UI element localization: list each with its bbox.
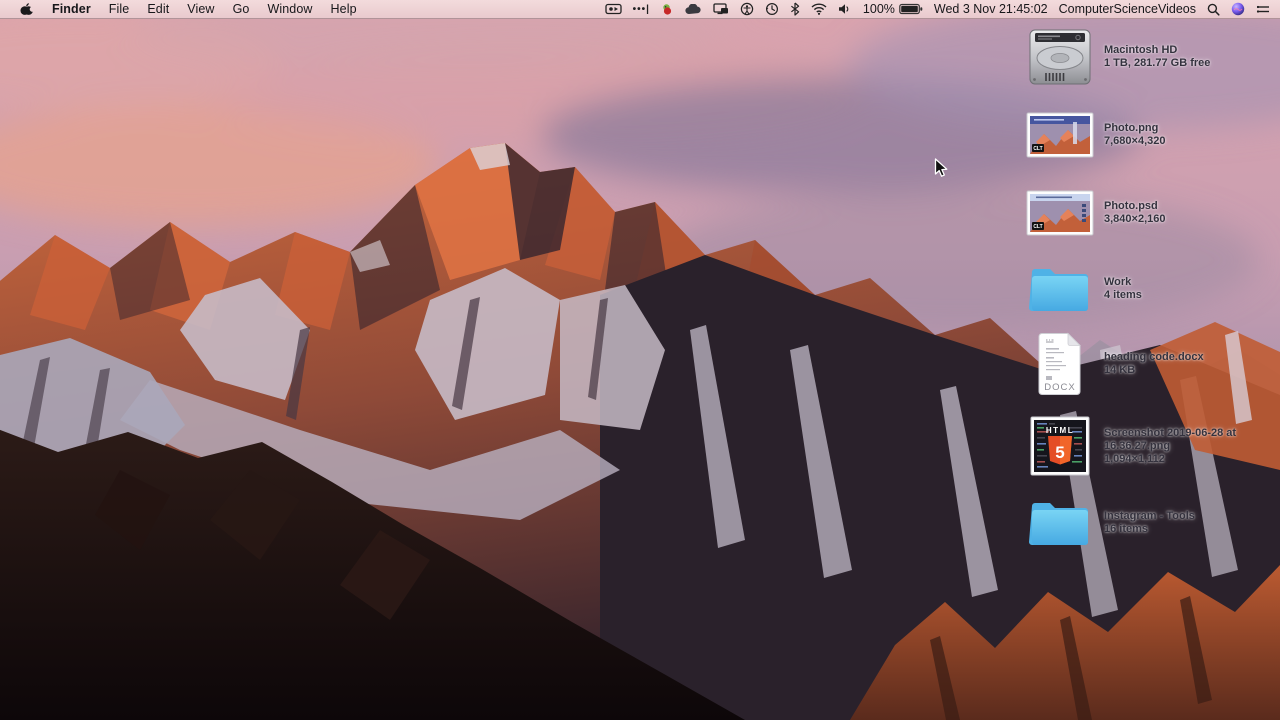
desktop[interactable]: Finder File Edit View Go Window Help •••… xyxy=(0,0,1280,720)
icon-name: heading code.docx xyxy=(1104,351,1204,363)
spotlight-search-icon[interactable] xyxy=(1207,0,1220,18)
icon-label: Photo.psd 3,840×2,160 xyxy=(1104,200,1165,226)
icon-name: Photo.psd xyxy=(1104,200,1158,212)
hard-drive-icon xyxy=(1026,28,1094,86)
menu-item-view[interactable]: View xyxy=(178,0,223,18)
desktop-icon-work-folder[interactable]: Work 4 items xyxy=(1026,262,1276,316)
battery-status[interactable]: 100% xyxy=(863,2,923,16)
menu-bar-left: Finder File Edit View Go Window Help xyxy=(0,0,366,18)
thumbnail-badge-text: CLT xyxy=(1033,146,1042,152)
html5-logo-number: 5 xyxy=(1055,443,1064,462)
folder-icon xyxy=(1026,498,1094,548)
apple-icon xyxy=(20,2,33,15)
accessibility-icon[interactable] xyxy=(740,0,754,18)
battery-percent: 100% xyxy=(862,2,895,16)
icon-info: 14 KB xyxy=(1104,364,1136,376)
input-dots-icon[interactable]: •••| xyxy=(633,0,650,18)
parrot-app-icon[interactable] xyxy=(661,0,674,18)
docx-document-icon: DOCX xyxy=(1026,332,1094,396)
notification-center-icon[interactable] xyxy=(1256,0,1270,18)
icon-info: 4 items xyxy=(1104,289,1142,301)
icon-name: Macintosh HD xyxy=(1104,44,1178,56)
menu-item-window[interactable]: Window xyxy=(258,0,321,18)
desktop-icon-screenshot-png[interactable]: HTML 5 Screenshot 2019-06-28 at 16.36.27… xyxy=(1026,414,1276,478)
menu-item-edit[interactable]: Edit xyxy=(138,0,178,18)
icon-name: Instagram - Tools xyxy=(1104,510,1195,522)
icon-info: 7,680×4,320 xyxy=(1104,135,1166,147)
image-thumbnail-icon: CLT xyxy=(1026,112,1094,158)
time-machine-icon[interactable] xyxy=(765,0,779,18)
desktop-icon-photo-psd[interactable]: CLT Photo.psd 3,840×2,160 xyxy=(1026,188,1276,238)
desktop-icon-macintosh-hd[interactable]: Macintosh HD 1 TB, 281.77 GB free xyxy=(1026,26,1276,88)
icon-label: heading code.docx 14 KB xyxy=(1104,351,1204,377)
menu-item-finder[interactable]: Finder xyxy=(43,0,100,18)
docx-label-text: DOCX xyxy=(1044,382,1075,393)
icon-label: Screenshot 2019-06-28 at 16.36.27.png 1,… xyxy=(1104,427,1274,466)
menu-item-file[interactable]: File xyxy=(100,0,139,18)
apple-menu[interactable] xyxy=(12,0,43,18)
icon-name: Photo.png xyxy=(1104,122,1159,134)
mouse-cursor xyxy=(934,158,948,177)
icon-label: Instagram - Tools 16 items xyxy=(1104,510,1195,536)
volume-icon[interactable] xyxy=(838,0,852,18)
folder-icon xyxy=(1026,264,1094,314)
battery-icon xyxy=(899,3,923,15)
siri-icon[interactable] xyxy=(1231,0,1245,18)
screenshot-thumbnail-icon: HTML 5 xyxy=(1026,416,1094,476)
icon-name: Screenshot 2019-06-28 at 16.36.27.png xyxy=(1104,426,1237,452)
image-thumbnail-icon: CLT xyxy=(1026,190,1094,236)
desktop-icon-instagram-tools-folder[interactable]: Instagram - Tools 16 items xyxy=(1026,496,1276,550)
menu-item-go[interactable]: Go xyxy=(224,0,259,18)
icon-info: 16 items xyxy=(1104,523,1149,535)
menu-bar: Finder File Edit View Go Window Help •••… xyxy=(0,0,1280,19)
icon-info: 1 TB, 281.77 GB free xyxy=(1104,57,1211,69)
bluetooth-icon[interactable] xyxy=(790,0,800,18)
displays-icon[interactable] xyxy=(713,0,729,18)
wifi-icon[interactable] xyxy=(811,0,827,18)
icon-label: Macintosh HD 1 TB, 281.77 GB free xyxy=(1104,44,1210,70)
cloud-icon[interactable] xyxy=(685,0,702,18)
desktop-icon-photo-png[interactable]: CLT Photo.png 7,680×4,320 xyxy=(1026,110,1276,160)
menu-bar-status: •••| 100% Wed 3 Nov 21:45:02 ComputerSci… xyxy=(604,0,1280,18)
menu-bar-clock[interactable]: Wed 3 Nov 21:45:02 xyxy=(934,2,1048,16)
icon-name: Work xyxy=(1104,276,1132,288)
screen-recording-icon[interactable] xyxy=(604,0,622,18)
icon-label: Work 4 items xyxy=(1104,276,1142,302)
icon-info: 1,094×1,112 xyxy=(1104,452,1165,465)
desktop-icon-heading-code-docx[interactable]: DOCX heading code.docx 14 KB xyxy=(1026,330,1276,398)
menu-bar-account-name[interactable]: ComputerScienceVideos xyxy=(1059,2,1196,16)
thumbnail-badge-text: CLT xyxy=(1033,224,1042,230)
icon-label: Photo.png 7,680×4,320 xyxy=(1104,122,1165,148)
html5-logo-word: HTML xyxy=(1046,426,1074,435)
icon-info: 3,840×2,160 xyxy=(1104,213,1166,225)
menu-item-help[interactable]: Help xyxy=(322,0,366,18)
